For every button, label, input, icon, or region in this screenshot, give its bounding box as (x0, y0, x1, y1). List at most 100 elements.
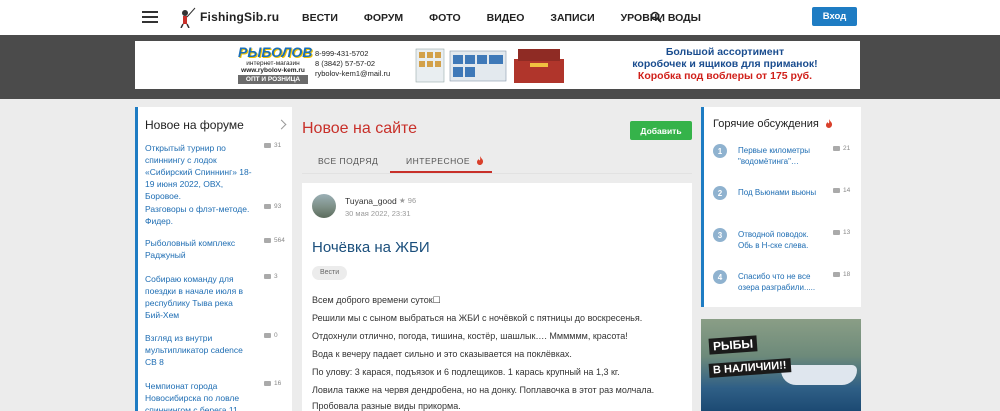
forum-item-title[interactable]: Открытый турнир по спиннингу с лодок «Си… (145, 142, 253, 202)
banner-logo-title: РЫБОЛОВ (238, 44, 313, 60)
site-logo[interactable]: FishingSib.ru (174, 6, 279, 28)
forum-list-item[interactable]: Собираю команду для поездки в начале июл… (145, 273, 290, 321)
tabs-divider (302, 173, 692, 174)
forum-item-title[interactable]: Чемпионат города Новосибирска по ловле с… (145, 380, 253, 411)
forum-item-title[interactable]: Разговоры о флэт-методе. Фидер. (145, 203, 253, 227)
post-text-line: Отдохнули отлично, погода, тишина, костё… (312, 331, 628, 341)
active-tab-indicator (390, 171, 492, 173)
rank-badge: 2 (713, 186, 727, 200)
banner-phone-2: 8 (3842) 57-57-02 (315, 59, 376, 68)
forum-panel-title[interactable]: Новое на форуме (145, 118, 244, 132)
hot-item-count: 13 (833, 229, 850, 236)
rank-badge: 1 (713, 144, 727, 158)
comment-icon (833, 272, 840, 277)
login-button[interactable]: Вход (812, 7, 857, 26)
nav-photo[interactable]: ФОТО (429, 12, 460, 24)
forum-list-item[interactable]: Чемпионат города Новосибирска по ловле с… (145, 380, 290, 411)
comment-icon (264, 238, 271, 243)
forum-list-item[interactable]: Открытый турнир по спиннингу с лодок «Си… (145, 142, 290, 202)
post-tag[interactable]: Вести (312, 266, 348, 280)
tab-interesting-label: ИНТЕРЕСНОЕ (406, 156, 471, 166)
rank-badge: 4 (713, 270, 727, 284)
comment-icon (264, 204, 271, 209)
comment-count: 16 (274, 380, 282, 387)
hot-item-title[interactable]: Под Вьюнами вьюны (738, 187, 822, 198)
comment-count: 14 (843, 187, 851, 194)
forum-item-title[interactable]: Собираю команду для поездки в начале июл… (145, 273, 253, 321)
forum-item-count: 16 (264, 380, 281, 387)
fire-icon (825, 119, 832, 128)
banner-shop-logo: РЫБОЛОВ интернет-магазин www.rybolov-kem… (238, 44, 313, 87)
banner-contacts: 8-999-431-5702 8 (3842) 57-57-02 rybolov… (315, 49, 390, 79)
hot-panel-title-text: Горячие обсуждения (713, 118, 819, 130)
hot-item-count: 21 (833, 145, 850, 152)
banner-text: Большой ассортимент коробочек и ящиков д… (595, 46, 855, 82)
fire-icon (476, 156, 483, 165)
comment-count: 93 (274, 203, 282, 210)
forum-item-title[interactable]: Рыболовный комплекс Раджуный (145, 237, 253, 261)
comment-count: 0 (274, 332, 278, 339)
ad-banner[interactable]: РЫБОЛОВ интернет-магазин www.rybolov-kem… (135, 41, 860, 89)
comment-count: 3 (274, 273, 278, 280)
chevron-right-icon[interactable] (276, 119, 287, 130)
comment-icon (833, 230, 840, 235)
post-text-line: Ловила также на червя дендробена, но на … (312, 385, 655, 395)
add-button[interactable]: Добавить (630, 121, 692, 140)
post-card: Tuyana_good ★ 96 30 мая 2022, 23:31 Ночё… (302, 183, 692, 411)
post-author[interactable]: Tuyana_good (345, 196, 397, 206)
banner-line-2: коробочек и ящиков для приманок! (632, 58, 818, 70)
main-nav: ВЕСТИ ФОРУМ ФОТО ВИДЕО ЗАПИСИ УРОВНИ ВОД… (302, 0, 727, 35)
post-text-line: Вода к вечеру падает сильно и это сказыв… (312, 349, 572, 359)
forum-list-item[interactable]: Рыболовный комплекс Раджуный 564 (145, 237, 290, 261)
post-text-line: По улову: 3 карася, подъязок и 6 подлещи… (312, 367, 620, 377)
comment-icon (833, 188, 840, 193)
search-icon[interactable] (650, 11, 662, 23)
forum-item-count: 31 (264, 142, 281, 149)
post-text-line: Всем доброго времени суток☐ (312, 295, 441, 305)
comment-icon (264, 274, 271, 279)
banner-logo-bar: ОПТ И РОЗНИЦА (238, 75, 308, 84)
author-rating: ★ 96 (399, 196, 417, 205)
hot-panel-title: Горячие обсуждения (713, 118, 833, 130)
menu-icon[interactable] (142, 11, 158, 23)
rank-badge: 3 (713, 228, 727, 242)
hot-item-title[interactable]: Спасибо что не все озера разграбили..... (738, 271, 822, 293)
forum-item-count: 3 (264, 273, 278, 280)
post-text-line: Решили мы с сыном выбраться на ЖБИ с ноч… (312, 313, 643, 323)
avatar[interactable] (312, 194, 336, 218)
forum-list-item[interactable]: Взгляд из внутри мультипликатор cadence … (145, 332, 290, 368)
tab-interesting[interactable]: ИНТЕРЕСНОЕ (406, 156, 484, 166)
banner-line-3: Коробка под воблеры от 175 руб. (637, 70, 813, 82)
forum-item-title[interactable]: Взгляд из внутри мультипликатор cadence … (145, 332, 253, 368)
forum-new-panel: Новое на форуме Открытый турнир по спинн… (135, 107, 292, 411)
hot-item-count: 18 (833, 271, 850, 278)
nav-zapisi[interactable]: ЗАПИСИ (550, 12, 594, 24)
forum-item-count: 0 (264, 332, 278, 339)
post-title[interactable]: Ночёвка на ЖБИ (312, 239, 430, 256)
top-navbar: FishingSib.ru ВЕСТИ ФОРУМ ФОТО ВИДЕО ЗАП… (0, 0, 1000, 35)
post-text-line: Пробовала разные виды прикорма. (312, 401, 461, 411)
comment-count: 18 (843, 271, 851, 278)
tab-all[interactable]: ВСЕ ПОДРЯД (318, 156, 378, 166)
forum-item-count: 564 (264, 237, 285, 244)
banner-phone-1: 8-999-431-5702 (315, 49, 369, 58)
comment-count: 564 (274, 237, 285, 244)
hot-item-title[interactable]: Первые километры "водомётинга"… (738, 145, 822, 167)
boat-image (781, 365, 857, 385)
fisherman-logo-icon (180, 7, 196, 28)
forum-list-item[interactable]: Разговоры о флэт-методе. Фидер. 93 (145, 203, 290, 227)
hot-item-count: 14 (833, 187, 850, 194)
comment-count: 21 (843, 145, 851, 152)
banner-logo-site: www.rybolov-kem.ru (241, 67, 305, 74)
side-ad-line-2: В НАЛИЧИИ!! (708, 358, 791, 378)
nav-vesti[interactable]: ВЕСТИ (302, 12, 338, 24)
nav-video[interactable]: ВИДЕО (487, 12, 525, 24)
page-title: Новое на сайте (302, 120, 418, 137)
banner-logo-subtitle: интернет-магазин (246, 60, 300, 67)
banner-email: rybolov-kem1@mail.ru (315, 69, 391, 78)
hot-item-title[interactable]: Отводной поводок. Обь в Н-ске слева. (738, 229, 822, 251)
side-ad-banner[interactable]: РЫБЫ В НАЛИЧИИ!! (701, 319, 861, 411)
nav-forum[interactable]: ФОРУМ (364, 12, 403, 24)
side-ad-line-1: РЫБЫ (708, 335, 758, 355)
comment-count: 31 (274, 142, 282, 149)
